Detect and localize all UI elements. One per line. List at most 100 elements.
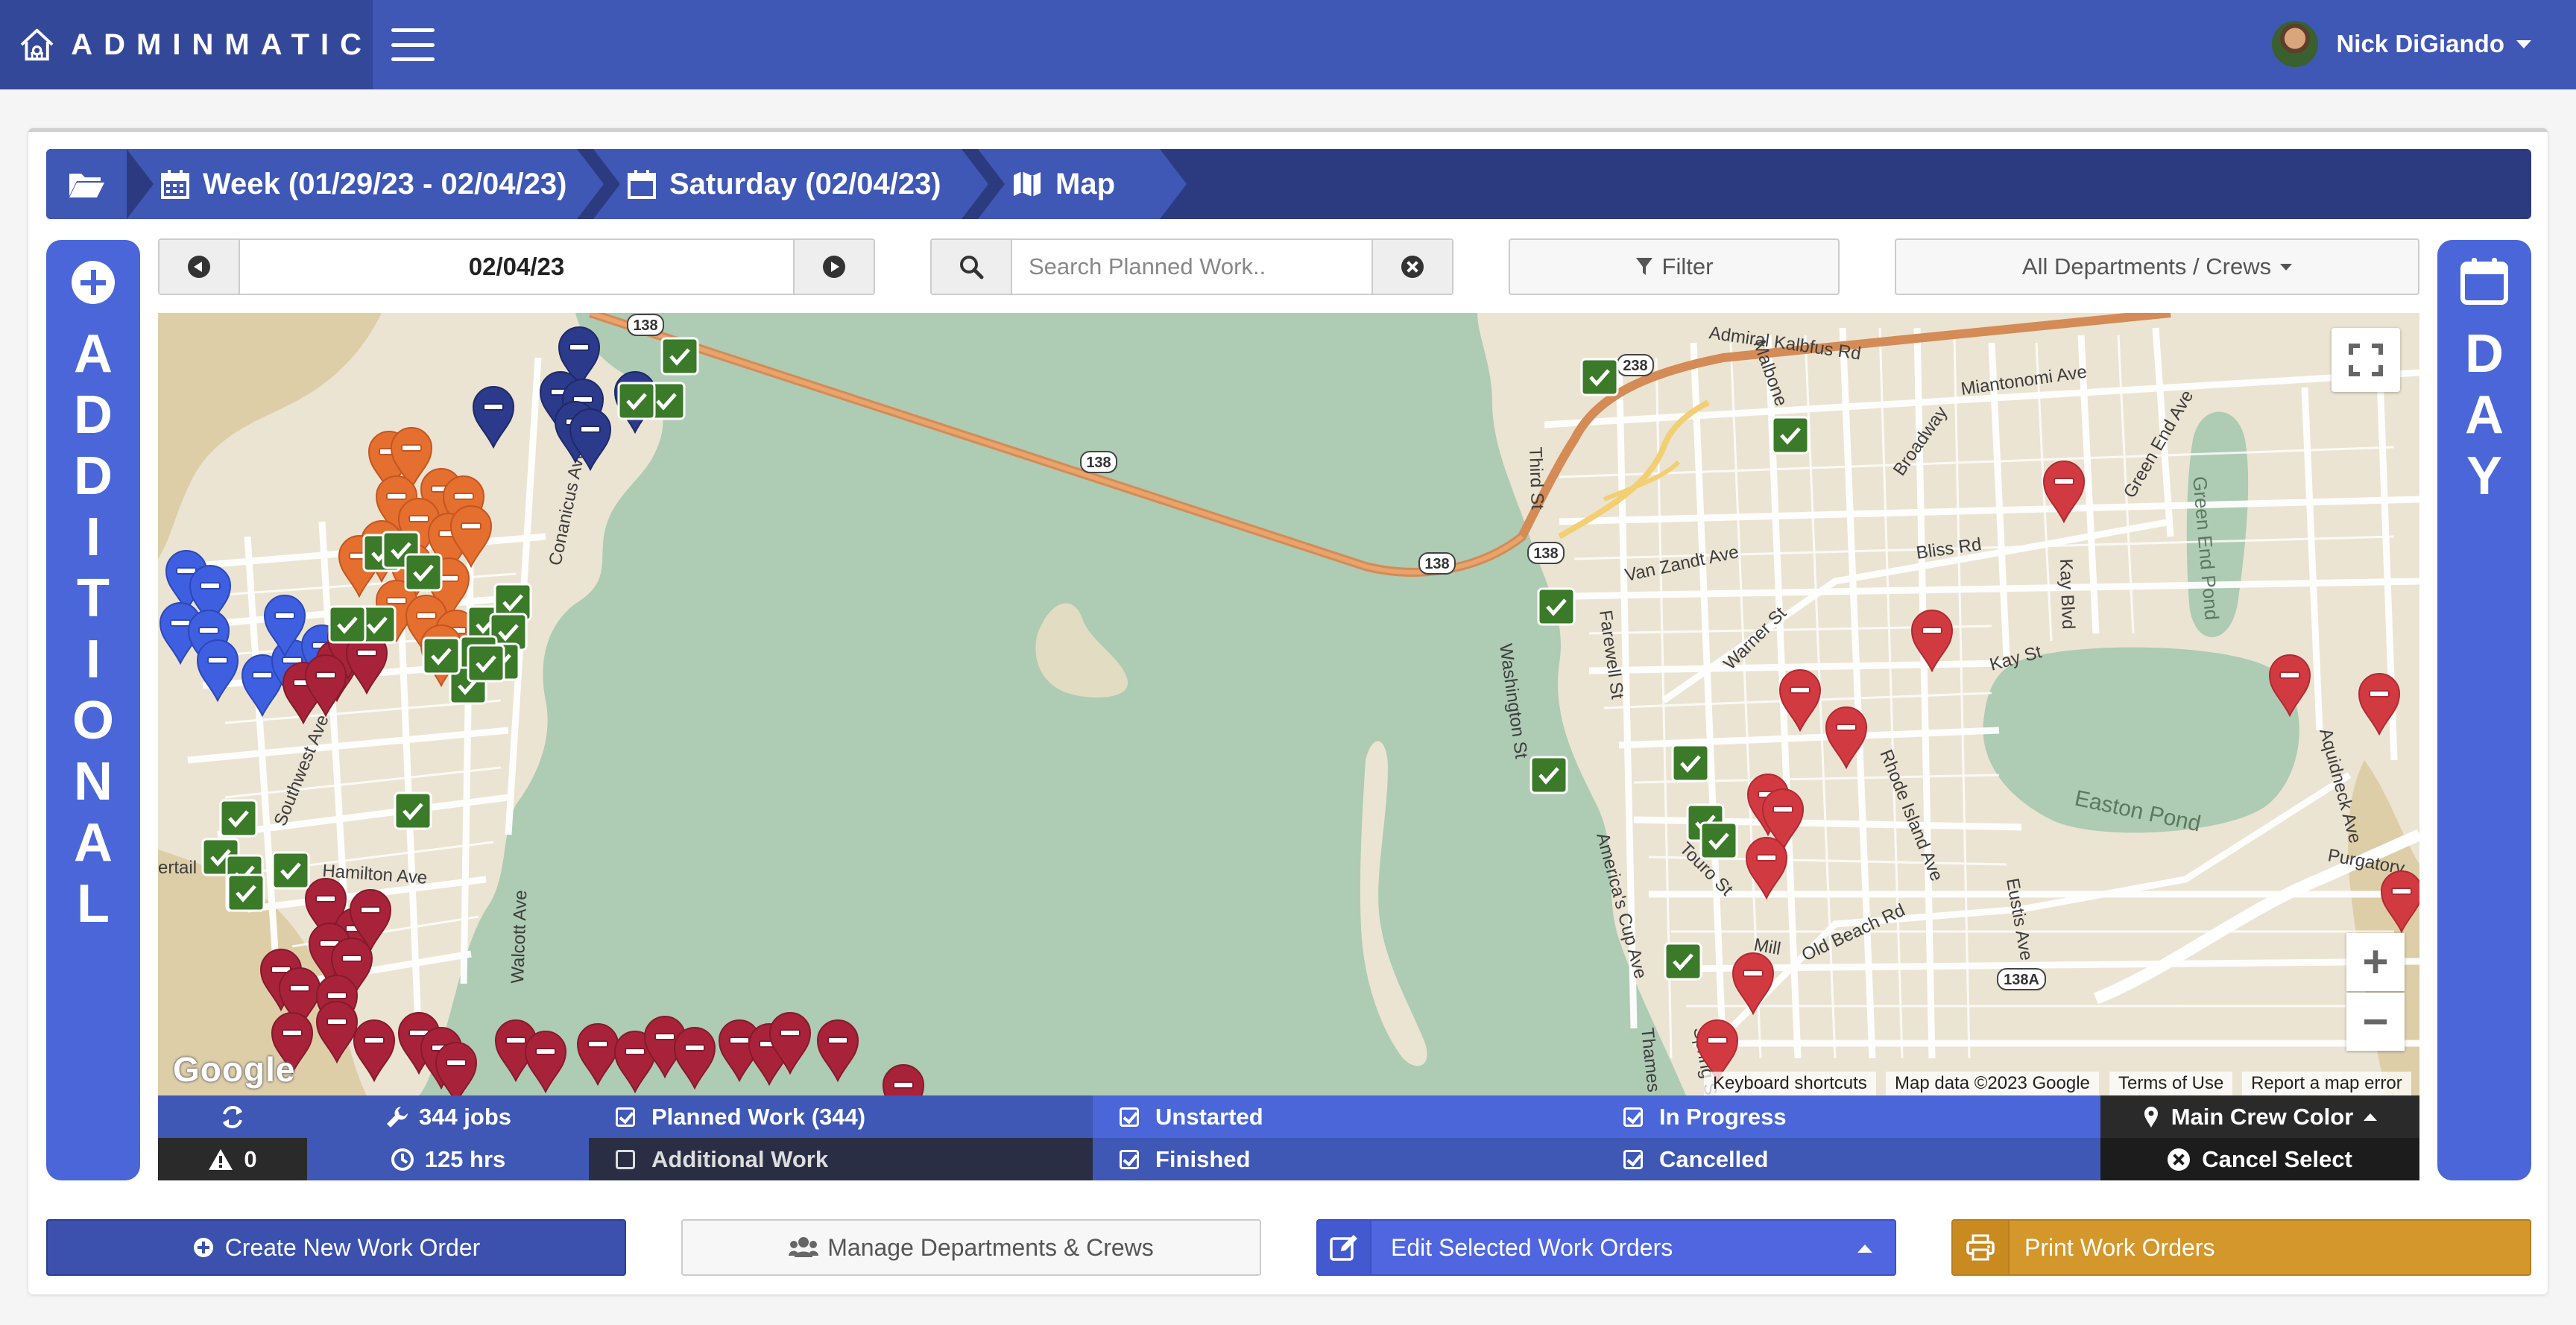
clock-icon	[391, 1148, 414, 1171]
filter-icon	[1635, 258, 1652, 275]
finished-label: Finished	[1155, 1145, 1251, 1172]
top-navbar: ADMINMATIC Nick DiGiando	[0, 0, 2576, 89]
plus-circle-icon	[193, 1238, 213, 1257]
manage-departments-label: Manage Departments & Crews	[827, 1233, 1154, 1261]
warning-icon	[209, 1148, 233, 1170]
search-input[interactable]	[1011, 240, 1373, 294]
toggle-cancelled[interactable]: Cancelled	[1597, 1138, 2100, 1180]
cancel-select-label: Cancel Select	[2202, 1145, 2352, 1172]
breadcrumb-week-label: Week (01/29/23 - 02/04/23)	[203, 167, 567, 200]
search-button[interactable]	[932, 240, 1011, 294]
jobs-count: 344 jobs	[307, 1095, 589, 1138]
street-label: Third St	[1525, 446, 1547, 510]
main-crew-color-dropdown[interactable]: Main Crew Color	[2100, 1095, 2419, 1138]
caret-down-icon	[2280, 263, 2293, 271]
search-icon	[960, 256, 984, 279]
edit-selected-label: Edit Selected Work Orders	[1391, 1233, 1673, 1261]
zoom-in-button[interactable]: +	[2346, 933, 2405, 991]
cancel-select-button[interactable]: Cancel Select	[2100, 1138, 2419, 1180]
additional-work-label: Additional Work	[651, 1145, 829, 1172]
print-work-orders-button[interactable]: Print Work Orders	[1951, 1219, 2531, 1276]
next-day-button[interactable]	[795, 240, 874, 294]
brand-name: ADMINMATIC	[71, 28, 373, 61]
checkbox-checked-icon	[1623, 1107, 1643, 1127]
chevron-left-circle-icon	[188, 256, 210, 278]
breadcrumb-day-label: Saturday (02/04/23)	[669, 167, 941, 200]
manage-departments-button[interactable]: Manage Departments & Crews	[681, 1219, 1261, 1276]
print-work-orders-label: Print Work Orders	[2024, 1233, 2215, 1261]
toggle-in-progress[interactable]: In Progress	[1597, 1095, 2100, 1138]
brand[interactable]: ADMINMATIC	[0, 0, 373, 89]
additional-panel-toggle[interactable]: ADDITIONAL	[46, 240, 140, 1180]
close-circle-icon	[2168, 1148, 2191, 1171]
jobs-value: 344 jobs	[418, 1103, 512, 1130]
map-icon	[1012, 169, 1042, 199]
checkbox-checked-icon	[1120, 1149, 1139, 1169]
clear-search-button[interactable]	[1373, 240, 1452, 294]
toggle-finished[interactable]: Finished	[1093, 1138, 1597, 1180]
terms-of-use-link[interactable]: Terms of Use	[2109, 1072, 2233, 1095]
chevron-down-icon	[2516, 39, 2531, 48]
chevron-right-circle-icon	[823, 256, 845, 278]
print-icon	[1953, 1221, 2010, 1274]
user-menu[interactable]: Nick DiGiando	[2272, 19, 2531, 69]
alerts-count[interactable]: 0	[158, 1138, 307, 1180]
alerts-value: 0	[244, 1145, 257, 1172]
house-logo-icon	[20, 28, 54, 61]
street-label: Kay Blvd	[2056, 558, 2078, 630]
menu-toggle-icon[interactable]	[391, 28, 435, 61]
breadcrumb-map[interactable]: Map	[978, 149, 1187, 219]
calendar-icon	[161, 169, 189, 199]
departments-dropdown[interactable]: All Departments / Crews	[1895, 238, 2419, 295]
hours-value: 125 hrs	[424, 1145, 506, 1172]
folder-open-icon[interactable]	[46, 149, 127, 219]
checkbox-checked-icon	[1120, 1107, 1139, 1127]
report-map-error-link[interactable]: Report a map error	[2242, 1072, 2411, 1095]
zoom-out-button[interactable]: −	[2346, 993, 2405, 1051]
map-data-attribution: Map data ©2023 Google	[1886, 1072, 2099, 1095]
caret-up-icon	[1857, 1245, 1872, 1253]
fullscreen-button[interactable]	[2332, 328, 2400, 392]
day-panel-toggle[interactable]: DAY	[2437, 240, 2531, 1180]
work-order-map[interactable]: 138 138 138 138 238 138A Admiral Kalbfus…	[158, 313, 2419, 1095]
checkbox-checked-icon	[1623, 1149, 1643, 1169]
toggle-additional-work[interactable]: Additional Work	[589, 1138, 1093, 1180]
wrench-icon	[386, 1106, 408, 1128]
unstarted-label: Unstarted	[1155, 1103, 1263, 1130]
toggle-planned-work[interactable]: Planned Work (344)	[589, 1095, 1093, 1138]
main-crew-color-label: Main Crew Color	[2171, 1103, 2354, 1130]
edit-selected-work-orders-button[interactable]: Edit Selected Work Orders	[1316, 1219, 1896, 1276]
street-label: Walcott Ave	[508, 890, 531, 984]
keyboard-shortcuts-link[interactable]: Keyboard shortcuts	[1704, 1072, 1876, 1095]
road-label: 138	[1424, 556, 1449, 572]
current-date[interactable]: 02/04/23	[239, 240, 795, 294]
hours-count: 125 hrs	[307, 1138, 589, 1180]
road-label: 238	[1623, 358, 1647, 374]
day-label: DAY	[2465, 324, 2504, 506]
user-name: Nick DiGiando	[2336, 30, 2504, 57]
refresh-icon	[223, 1105, 242, 1128]
plus-circle-icon	[72, 261, 115, 304]
date-navigator: 02/04/23	[158, 238, 875, 295]
calendar-empty-icon	[628, 169, 656, 199]
in-progress-label: In Progress	[1659, 1103, 1787, 1130]
create-work-order-button[interactable]: Create New Work Order	[46, 1219, 626, 1276]
close-circle-icon	[1401, 256, 1424, 278]
breadcrumb-day[interactable]: Saturday (02/04/23)	[593, 149, 988, 219]
work-stats-bar: 0 344 jobs 125 hrs Planned Work (344) Ad…	[158, 1095, 2419, 1180]
toggle-unstarted[interactable]: Unstarted	[1093, 1095, 1597, 1138]
refresh-button[interactable]	[158, 1095, 307, 1138]
avatar	[2272, 21, 2319, 67]
departments-label: All Departments / Crews	[2021, 253, 2272, 279]
users-icon	[789, 1237, 819, 1257]
search-box	[930, 238, 1453, 295]
breadcrumb-week[interactable]: Week (01/29/23 - 02/04/23)	[127, 149, 604, 219]
minus-icon: −	[2362, 996, 2389, 1046]
expand-icon	[2349, 344, 2383, 376]
cancelled-label: Cancelled	[1659, 1145, 1769, 1172]
breadcrumb-map-label: Map	[1055, 167, 1115, 200]
previous-day-button[interactable]	[160, 240, 239, 294]
calendar-icon	[2460, 258, 2508, 305]
filter-button[interactable]: Filter	[1509, 238, 1840, 295]
road-label: 138	[1533, 546, 1558, 562]
